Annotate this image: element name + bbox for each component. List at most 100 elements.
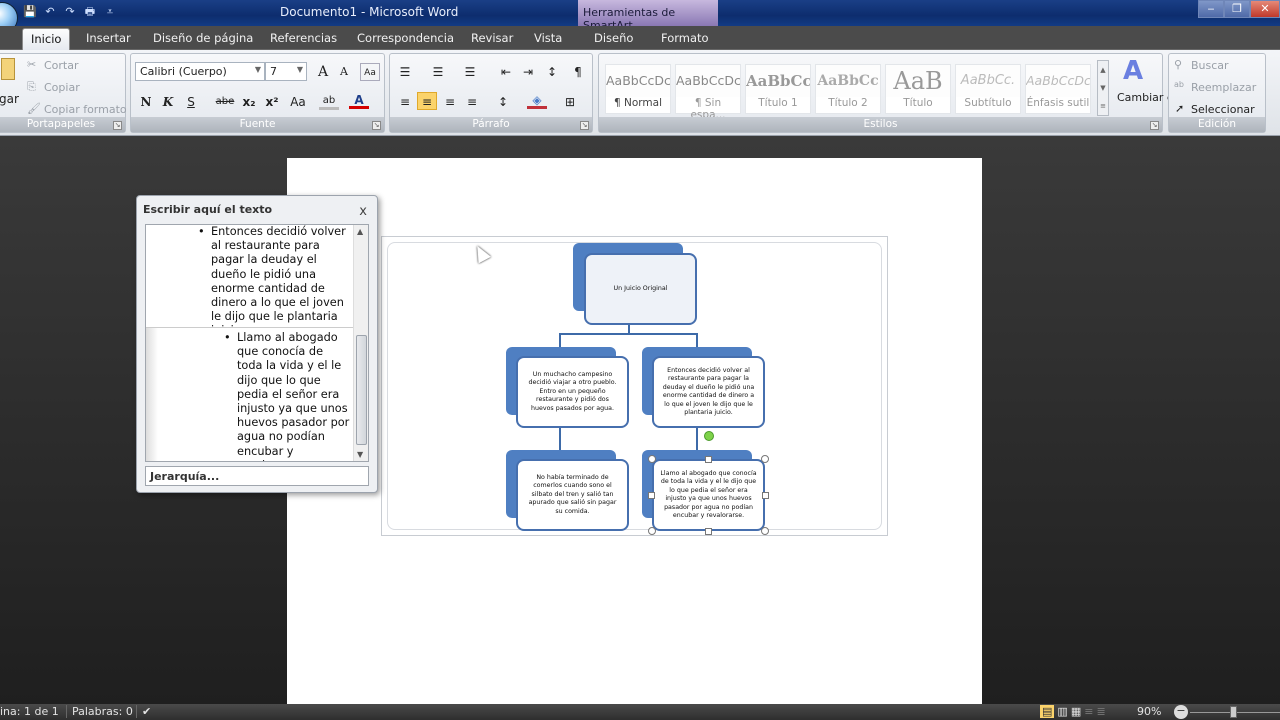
proofing-icon[interactable]: ✔ — [136, 705, 151, 718]
tab-correspondencia[interactable]: Correspondencia — [349, 28, 462, 50]
tab-revisar[interactable]: Revisar — [463, 28, 521, 50]
strikethrough-button[interactable]: abe — [213, 93, 237, 111]
style-normal[interactable]: AaBbCcDc ¶ Normal — [605, 64, 671, 114]
customize-qat-icon[interactable]: ⩡ — [102, 4, 118, 20]
text-pane-item[interactable]: • Entonces decidió volver al restaurante … — [198, 225, 351, 339]
draft-icon[interactable]: ≣ — [1096, 705, 1105, 718]
copy-button[interactable]: Copiar — [44, 81, 80, 94]
page-count[interactable]: ina: 1 de 1 — [0, 705, 59, 718]
tab-insertar[interactable]: Insertar — [78, 28, 139, 50]
numbering-icon[interactable]: ☰ — [428, 63, 448, 81]
resize-handle[interactable] — [648, 492, 655, 499]
zoom-out-icon[interactable]: − — [1174, 705, 1188, 719]
show-marks-icon[interactable]: ¶ — [568, 63, 588, 81]
text-pane-item[interactable]: • Llamo al abogado que conocía de toda la… — [224, 331, 351, 461]
style-titulo-2[interactable]: AaBbCc Título 2 — [815, 64, 881, 114]
font-size-select[interactable]: 7 ▼ — [265, 62, 307, 81]
scroll-up-icon[interactable]: ▲ — [357, 227, 363, 236]
tab-inicio[interactable]: Inicio — [22, 28, 71, 50]
cut-button[interactable]: Cortar — [44, 59, 79, 72]
bold-button[interactable]: N — [136, 93, 156, 111]
smartart-node-selected[interactable]: Llamo al abogado que conocía de toda la … — [652, 459, 765, 531]
style-subtitulo[interactable]: AaBbCc. Subtítulo — [955, 64, 1021, 114]
close-icon[interactable]: x — [359, 204, 367, 219]
replace-button[interactable]: Reemplazar — [1191, 81, 1256, 94]
grow-font-icon[interactable]: A — [313, 63, 333, 81]
resize-handle[interactable] — [762, 492, 769, 499]
full-screen-reading-icon[interactable]: ▥ — [1057, 705, 1067, 718]
superscript-button[interactable]: x² — [262, 93, 282, 111]
resize-handle[interactable] — [705, 456, 712, 463]
style-enfasis-sutil[interactable]: AaBbCcDc Énfasis sutil — [1025, 64, 1091, 114]
tab-diseno-de-pagina[interactable]: Diseño de página — [145, 28, 261, 50]
increase-indent-icon[interactable]: ⇥ — [518, 63, 538, 81]
justify-icon[interactable]: ≡ — [462, 93, 482, 111]
tab-formato[interactable]: Formato — [653, 28, 717, 50]
save-icon[interactable]: 💾 — [22, 4, 38, 20]
style-titulo-1[interactable]: AaBbCc Título 1 — [745, 64, 811, 114]
shading-icon[interactable]: ◈ — [527, 91, 547, 109]
borders-icon[interactable]: ⊞ — [560, 93, 580, 111]
dialog-launcher-icon[interactable]: ↘ — [372, 121, 381, 130]
rotate-handle[interactable] — [704, 431, 714, 441]
hierarchy-link[interactable]: Jerarquía... — [145, 466, 369, 486]
underline-button[interactable]: S — [181, 93, 201, 111]
tab-diseno[interactable]: Diseño — [586, 28, 641, 50]
resize-handle[interactable] — [761, 527, 769, 535]
close-button[interactable]: ✕ — [1250, 0, 1280, 18]
smartart-node[interactable]: No había terminado de comerlos cuando so… — [516, 459, 629, 531]
outline-icon[interactable]: ≡ — [1084, 705, 1093, 718]
select-button[interactable]: Seleccionar — [1191, 103, 1255, 116]
align-center-icon[interactable]: ≡ — [417, 92, 437, 110]
print-layout-icon[interactable]: ▤ — [1040, 705, 1055, 718]
resize-handle[interactable] — [705, 528, 712, 535]
zoom-slider-thumb[interactable] — [1230, 706, 1237, 718]
styles-gallery-scroll[interactable]: ▲ ▼ ≡ — [1097, 60, 1109, 116]
print-icon[interactable]: 🖶 — [82, 4, 98, 20]
font-name-select[interactable]: Calibri (Cuerpo) ▼ — [135, 62, 265, 81]
dialog-launcher-icon[interactable]: ↘ — [1150, 121, 1159, 130]
shrink-font-icon[interactable]: A — [334, 63, 354, 81]
zoom-level[interactable]: 90% — [1137, 705, 1161, 718]
clear-format-icon[interactable]: Aa — [360, 63, 380, 81]
smartart-root-node[interactable]: Un Juicio Original — [584, 253, 697, 325]
font-color-button[interactable]: A — [349, 91, 369, 109]
dialog-launcher-icon[interactable]: ↘ — [580, 121, 589, 130]
tab-referencias[interactable]: Referencias — [262, 28, 345, 50]
sort-icon[interactable]: ↕ — [542, 63, 562, 81]
multilevel-list-icon[interactable]: ☰ — [460, 63, 480, 81]
scroll-thumb[interactable] — [356, 335, 367, 445]
align-right-icon[interactable]: ≡ — [440, 93, 460, 111]
dialog-launcher-icon[interactable]: ↘ — [113, 121, 122, 130]
text-pane-title: Escribir aquí el texto — [143, 203, 273, 216]
minimize-button[interactable]: ‒ — [1198, 0, 1224, 18]
tab-vista[interactable]: Vista — [526, 28, 570, 50]
smartart-node[interactable]: Entonces decidió volver al restaurante p… — [652, 356, 765, 428]
web-layout-icon[interactable]: ▦ — [1071, 705, 1081, 718]
restore-button[interactable]: ❐ — [1224, 0, 1250, 18]
change-case-button[interactable]: Aa — [285, 93, 311, 111]
group-label: Fuente — [131, 117, 384, 132]
resize-handle[interactable] — [761, 455, 769, 463]
italic-button[interactable]: K — [158, 93, 178, 111]
smartart-node[interactable]: Un muchacho campesino decidió viajar a o… — [516, 356, 629, 428]
resize-handle[interactable] — [648, 455, 656, 463]
subscript-button[interactable]: x₂ — [239, 93, 259, 111]
decrease-indent-icon[interactable]: ⇤ — [496, 63, 516, 81]
resize-handle[interactable] — [648, 527, 656, 535]
style-titulo[interactable]: AaB Título — [885, 64, 951, 114]
highlight-button[interactable]: ab — [319, 92, 339, 110]
redo-icon[interactable]: ↷ — [62, 4, 78, 20]
paste-button[interactable]: gar — [0, 92, 19, 106]
format-painter-button[interactable]: Copiar formato — [44, 103, 127, 116]
find-button[interactable]: Buscar — [1191, 59, 1229, 72]
align-left-icon[interactable]: ≡ — [395, 93, 415, 111]
style-sin-espaciado[interactable]: AaBbCcDc ¶ Sin espa... — [675, 64, 741, 121]
scroll-down-icon[interactable]: ▼ — [357, 450, 363, 459]
undo-icon[interactable]: ↶ — [42, 4, 58, 20]
word-count[interactable]: Palabras: 0 — [66, 705, 133, 718]
text-pane-scrollbar[interactable]: ▲ ▼ — [353, 225, 368, 461]
bullets-icon[interactable]: ☰ — [395, 63, 415, 81]
smartart-text-pane: Escribir aquí el texto x • Entonces decid… — [136, 195, 378, 493]
line-spacing-icon[interactable]: ↕ — [493, 93, 513, 111]
